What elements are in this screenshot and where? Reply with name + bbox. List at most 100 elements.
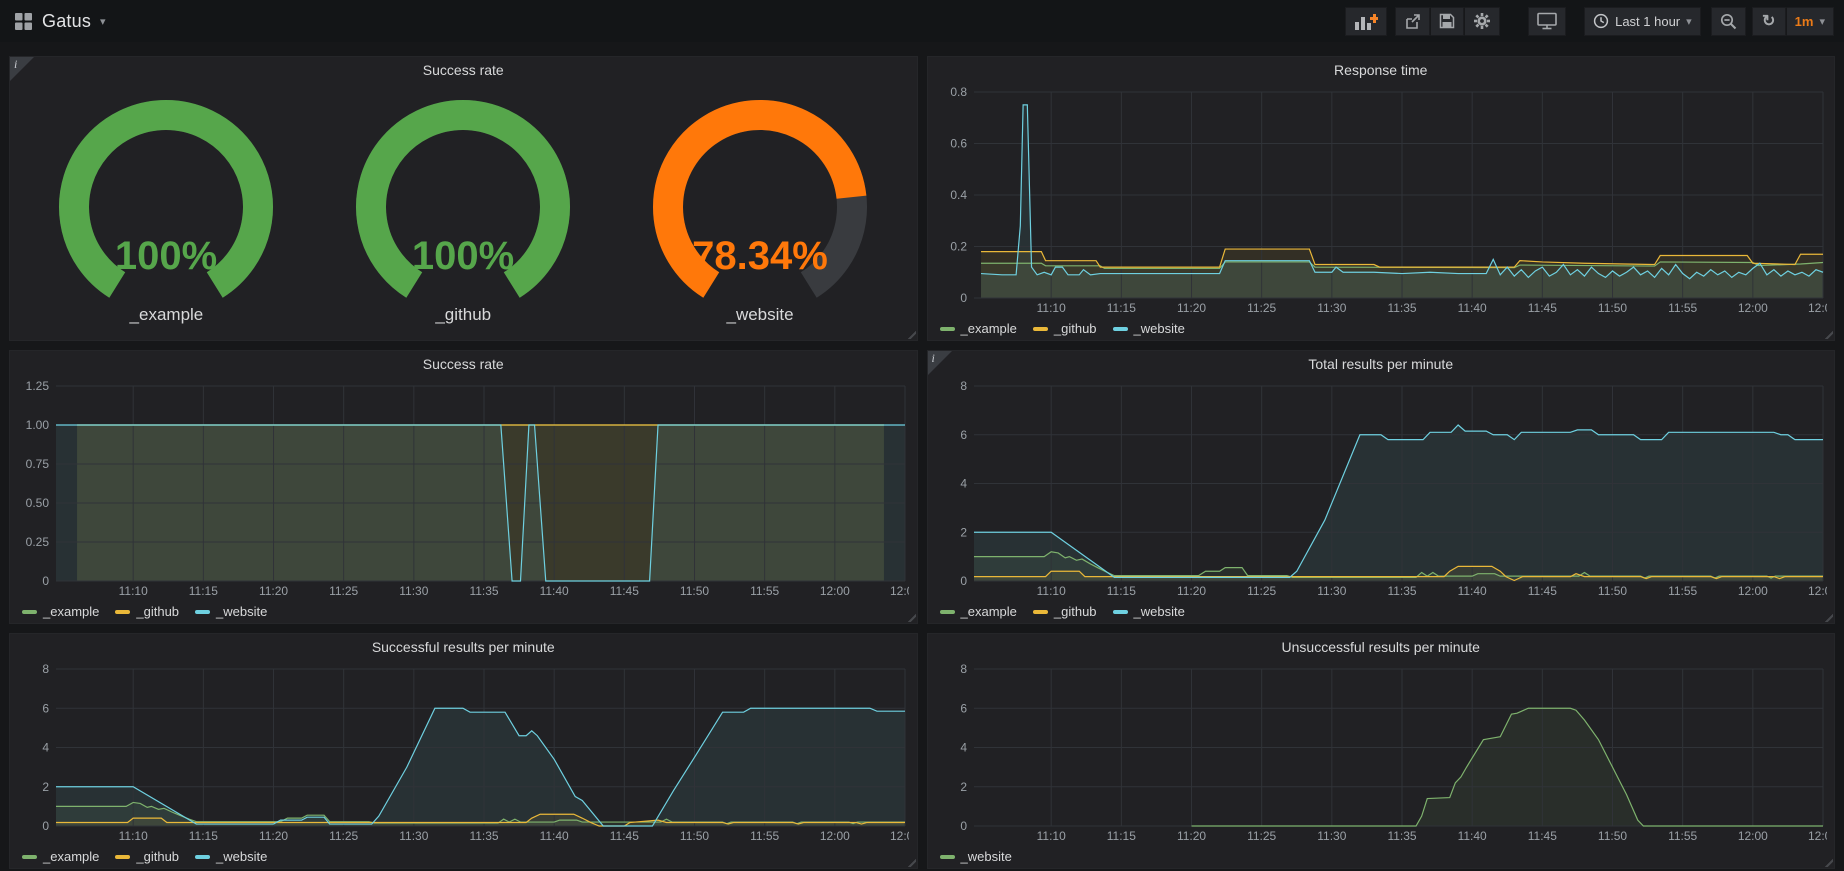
panel-title[interactable]: Response time bbox=[928, 57, 1835, 82]
dashboard-dropdown-caret[interactable]: ▾ bbox=[100, 15, 106, 28]
y-tick-label: 4 bbox=[960, 741, 967, 755]
legend-label: _example bbox=[43, 849, 99, 864]
zoom-out-button[interactable] bbox=[1711, 7, 1746, 36]
dashboards-grid-icon[interactable] bbox=[14, 12, 33, 31]
response-time-chart-svg[interactable]: 00.20.40.60.811:1011:1511:2011:2511:3011… bbox=[932, 84, 1827, 316]
add-panel-button[interactable] bbox=[1345, 7, 1387, 36]
time-range-label: Last 1 hour bbox=[1615, 14, 1680, 29]
legend-item-_website[interactable]: _website bbox=[195, 849, 267, 864]
panel-info-icon[interactable]: i bbox=[928, 351, 952, 375]
dashboard-title[interactable]: Gatus bbox=[42, 11, 91, 32]
x-tick-label: 11:20 bbox=[1176, 584, 1205, 598]
gauge-series-label: _example bbox=[130, 305, 204, 325]
legend-item-_github[interactable]: _github bbox=[115, 604, 179, 619]
legend-item-_github[interactable]: _github bbox=[115, 849, 179, 864]
x-tick-label: 11:15 bbox=[1106, 829, 1135, 843]
panel-title[interactable]: Successful results per minute bbox=[10, 634, 917, 659]
y-tick-label: 0 bbox=[960, 291, 967, 305]
gauge-_example: 100%_example bbox=[40, 97, 292, 325]
legend-item-_example[interactable]: _example bbox=[940, 321, 1017, 336]
clock-icon bbox=[1593, 13, 1609, 29]
success-rate-ts-chart-area[interactable]: 00.250.500.751.001.2511:1011:1511:2011:2… bbox=[14, 378, 909, 599]
panel-total-results: Total results per minute 0246811:1011:15… bbox=[927, 350, 1836, 624]
x-tick-label: 11:30 bbox=[1317, 829, 1346, 843]
x-tick-label: 12:05 bbox=[1807, 584, 1826, 598]
x-tick-label: 11:35 bbox=[469, 584, 498, 598]
x-tick-label: 12:00 bbox=[1737, 301, 1767, 315]
x-tick-label: 11:20 bbox=[1176, 301, 1205, 315]
save-dashboard-button[interactable] bbox=[1430, 7, 1464, 36]
legend-item-_example[interactable]: _example bbox=[22, 604, 99, 619]
legend-swatch bbox=[115, 855, 130, 859]
x-tick-label: 11:25 bbox=[329, 829, 358, 843]
panel-resize-handle[interactable] bbox=[1824, 330, 1833, 339]
x-tick-label: 11:40 bbox=[1457, 301, 1486, 315]
unsuccessful-results-chart-svg[interactable]: 0246811:1011:1511:2011:2511:3011:3511:40… bbox=[932, 661, 1827, 844]
legend-item-_website[interactable]: _website bbox=[195, 604, 267, 619]
series-area-_website bbox=[56, 708, 905, 826]
time-range-picker[interactable]: Last 1 hour ▾ bbox=[1584, 7, 1701, 36]
dashboard-settings-button[interactable] bbox=[1464, 7, 1500, 36]
x-tick-label: 11:20 bbox=[259, 584, 288, 598]
panel-resize-handle[interactable] bbox=[1824, 858, 1833, 867]
panel-info-icon[interactable]: i bbox=[10, 57, 34, 81]
successful-results-chart-svg[interactable]: 0246811:1011:1511:2011:2511:3011:3511:40… bbox=[14, 661, 909, 844]
unsuccessful-results-chart-area[interactable]: 0246811:1011:1511:2011:2511:3011:3511:40… bbox=[932, 661, 1827, 844]
y-tick-label: 0.8 bbox=[950, 85, 967, 99]
gauge-arc: 100% bbox=[40, 97, 292, 309]
gauge-_github: 100%_github bbox=[337, 97, 589, 325]
x-tick-label: 11:30 bbox=[1317, 584, 1346, 598]
y-tick-label: 0.6 bbox=[950, 137, 967, 151]
x-tick-label: 11:30 bbox=[1317, 301, 1346, 315]
legend-item-_website[interactable]: _website bbox=[1113, 604, 1185, 619]
x-tick-label: 11:45 bbox=[1527, 584, 1556, 598]
legend-item-_github[interactable]: _github bbox=[1033, 604, 1097, 619]
panel-title[interactable]: Success rate bbox=[10, 351, 917, 376]
legend-swatch bbox=[1113, 610, 1128, 614]
panel-resize-handle[interactable] bbox=[907, 330, 916, 339]
success-rate-ts-chart-svg[interactable]: 00.250.500.751.001.2511:1011:1511:2011:2… bbox=[14, 378, 909, 599]
x-tick-label: 11:25 bbox=[329, 584, 358, 598]
x-tick-label: 11:30 bbox=[399, 829, 428, 843]
tv-mode-button[interactable] bbox=[1528, 7, 1566, 36]
panel-title[interactable]: Success rate bbox=[10, 57, 917, 82]
legend-label: _example bbox=[961, 604, 1017, 619]
gauge-arc: 100% bbox=[337, 97, 589, 309]
panel-resize-handle[interactable] bbox=[907, 858, 916, 867]
y-tick-label: 1.00 bbox=[26, 418, 50, 432]
panel-body: 100%_example100%_github78.34%_website bbox=[10, 82, 917, 340]
y-tick-label: 0.4 bbox=[950, 188, 967, 202]
panel-resize-handle[interactable] bbox=[907, 613, 916, 622]
monitor-icon bbox=[1537, 12, 1557, 30]
legend-item-_example[interactable]: _example bbox=[22, 849, 99, 864]
x-tick-label: 12:05 bbox=[1807, 301, 1826, 315]
x-tick-label: 11:55 bbox=[1668, 829, 1697, 843]
x-tick-label: 11:35 bbox=[1387, 301, 1416, 315]
x-tick-label: 11:10 bbox=[1036, 584, 1065, 598]
total-results-chart-area[interactable]: 0246811:1011:1511:2011:2511:3011:3511:40… bbox=[932, 378, 1827, 599]
x-tick-label: 11:40 bbox=[1457, 584, 1486, 598]
legend-item-_github[interactable]: _github bbox=[1033, 321, 1097, 336]
legend-label: _example bbox=[961, 321, 1017, 336]
legend-item-_website[interactable]: _website bbox=[940, 849, 1012, 864]
x-tick-label: 12:00 bbox=[820, 829, 850, 843]
refresh-interval-picker[interactable]: 1m ▾ bbox=[1786, 7, 1834, 36]
y-tick-label: 0 bbox=[42, 574, 49, 588]
successful-results-chart-area[interactable]: 0246811:1011:1511:2011:2511:3011:3511:40… bbox=[14, 661, 909, 844]
share-dashboard-button[interactable] bbox=[1395, 7, 1430, 36]
panel-title[interactable]: Unsuccessful results per minute bbox=[928, 634, 1835, 659]
x-tick-label: 11:55 bbox=[750, 829, 779, 843]
response-time-chart-area[interactable]: 00.20.40.60.811:1011:1511:2011:2511:3011… bbox=[932, 84, 1827, 316]
panel-title[interactable]: Total results per minute bbox=[928, 351, 1835, 376]
legend-item-_website[interactable]: _website bbox=[1113, 321, 1185, 336]
legend-item-_example[interactable]: _example bbox=[940, 604, 1017, 619]
y-tick-label: 2 bbox=[42, 780, 49, 794]
x-tick-label: 11:20 bbox=[259, 829, 288, 843]
panel-body: 0246811:1011:1511:2011:2511:3011:3511:40… bbox=[10, 659, 917, 868]
legend-label: _website bbox=[1134, 604, 1185, 619]
total-results-chart-svg[interactable]: 0246811:1011:1511:2011:2511:3011:3511:40… bbox=[932, 378, 1827, 599]
refresh-button[interactable]: ↻ bbox=[1752, 7, 1786, 36]
panel-resize-handle[interactable] bbox=[1824, 613, 1833, 622]
response-time-legend: _example _github _website bbox=[940, 321, 1185, 336]
legend-label: _github bbox=[136, 849, 179, 864]
